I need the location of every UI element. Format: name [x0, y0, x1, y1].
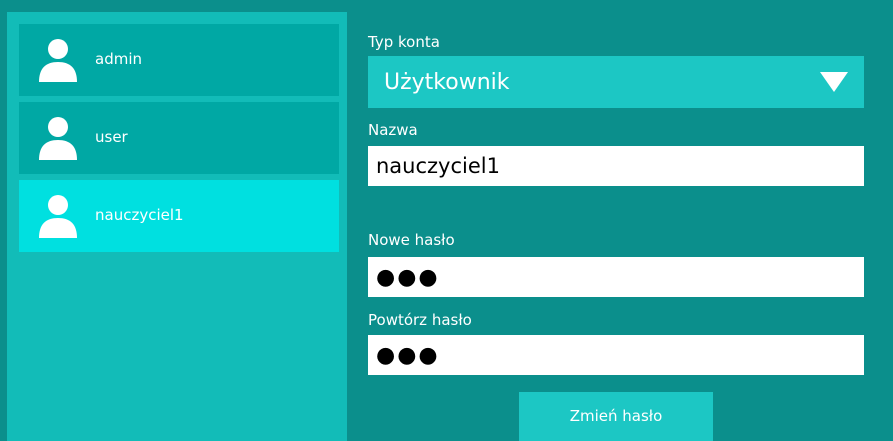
change-password-button[interactable]: Zmień hasło [519, 392, 713, 441]
user-list-item-admin[interactable]: admin [19, 24, 339, 96]
new-password-label: Nowe hasło [368, 231, 455, 249]
user-icon [37, 194, 79, 238]
user-list: admin user nauczyciel1 [7, 12, 347, 441]
user-list-item-label: admin [95, 50, 142, 68]
account-type-value: Użytkownik [384, 70, 510, 95]
user-icon [37, 38, 79, 82]
user-list-item-user[interactable]: user [19, 102, 339, 174]
repeat-password-label: Powtórz hasło [368, 311, 472, 329]
name-field[interactable] [368, 146, 864, 186]
triangle-down-icon[interactable] [820, 72, 848, 92]
account-form: Typ konta Użytkownik Nazwa Nowe hasło Po… [368, 0, 864, 441]
name-label: Nazwa [368, 121, 418, 139]
new-password-field[interactable] [368, 257, 864, 297]
user-icon [37, 116, 79, 160]
account-type-select[interactable]: Użytkownik [368, 56, 864, 108]
user-list-item-label: user [95, 128, 128, 146]
user-list-item-label: nauczyciel1 [95, 206, 184, 224]
repeat-password-field[interactable] [368, 335, 864, 375]
account-type-label: Typ konta [368, 33, 440, 51]
user-list-item-nauczyciel1[interactable]: nauczyciel1 [19, 180, 339, 252]
